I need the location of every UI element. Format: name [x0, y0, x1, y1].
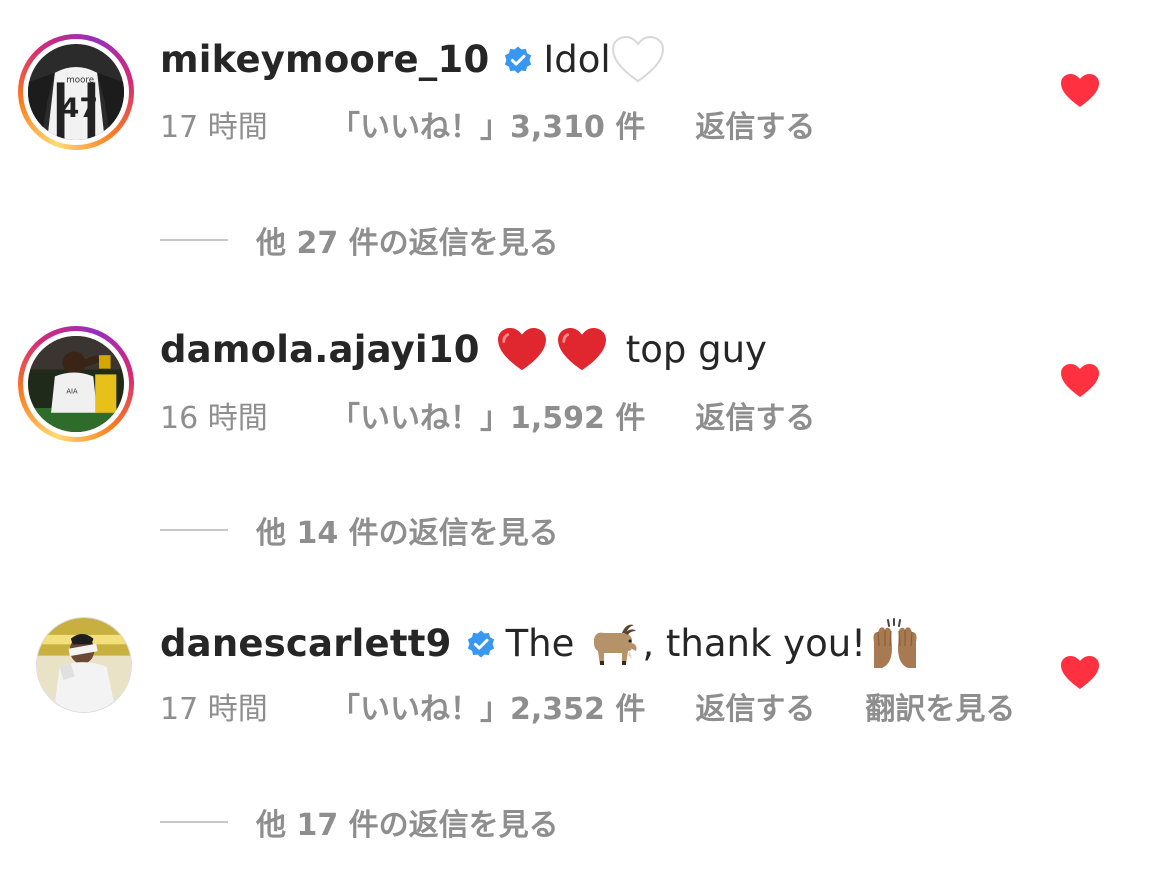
divider-dash — [160, 529, 228, 531]
comment-username[interactable]: danescarlett9 — [160, 622, 452, 666]
comment-username[interactable]: damola.ajayi10 — [160, 328, 480, 372]
avatar-story-ring[interactable]: AIA — [18, 326, 134, 442]
comment-likes[interactable]: 「いいね！」3,310 件 — [330, 110, 645, 146]
white-heart-icon — [611, 36, 665, 84]
view-more-replies-button[interactable]: 他 27 件の返信を見る — [160, 218, 559, 262]
comment-meta: 17 時間 「いいね！」2,352 件 返信する 翻訳を見る — [160, 692, 1015, 728]
comment-time: 16 時間 — [160, 401, 268, 436]
avatar: moore 47 — [28, 44, 124, 140]
see-translation-button[interactable]: 翻訳を見る — [865, 692, 1015, 728]
comment-time: 17 時間 — [160, 110, 268, 145]
comment-text: top guy — [625, 328, 767, 371]
goat-icon — [586, 621, 638, 667]
view-more-replies-label: 他 27 件の返信を見る — [256, 226, 559, 261]
raising-hands-icon — [868, 618, 922, 670]
comment-meta: 17 時間 「いいね！」3,310 件 返信する — [160, 110, 865, 146]
avatar-ring[interactable] — [36, 617, 132, 713]
comment-header: danescarlett9 The , thank you! — [160, 618, 922, 670]
view-more-replies-label: 他 17 件の返信を見る — [256, 808, 559, 843]
comment-header: mikeymoore_10 Idol — [160, 36, 665, 84]
reply-button[interactable]: 返信する — [695, 110, 815, 146]
verified-badge-icon — [503, 45, 533, 75]
avatar — [37, 618, 131, 712]
divider-dash — [160, 821, 228, 823]
avatar: AIA — [28, 336, 124, 432]
comment-likes[interactable]: 「いいね！」2,352 件 — [330, 692, 645, 728]
reply-button[interactable]: 返信する — [695, 401, 815, 437]
comment-text: The — [505, 622, 575, 665]
comment-text: , thank you! — [642, 622, 866, 665]
view-more-replies-button[interactable]: 他 17 件の返信を見る — [160, 800, 559, 844]
like-heart-icon[interactable] — [1060, 655, 1100, 691]
comment-time: 17 時間 — [160, 692, 268, 727]
reply-button[interactable]: 返信する — [695, 692, 815, 728]
svg-text:AIA: AIA — [66, 388, 78, 396]
svg-text:moore: moore — [66, 75, 94, 85]
comment-header: damola.ajayi10 top guy — [160, 327, 767, 373]
comment-likes[interactable]: 「いいね！」1,592 件 — [330, 401, 645, 437]
comment-meta: 16 時間 「いいね！」1,592 件 返信する — [160, 401, 865, 437]
red-heart-icon — [556, 327, 608, 373]
view-more-replies-button[interactable]: 他 14 件の返信を見る — [160, 508, 559, 552]
verified-badge-icon — [466, 629, 496, 659]
view-more-replies-label: 他 14 件の返信を見る — [256, 516, 559, 551]
comment-username[interactable]: mikeymoore_10 — [160, 38, 489, 82]
comment-text: Idol — [543, 38, 611, 81]
avatar-story-ring[interactable]: moore 47 — [18, 34, 134, 150]
divider-dash — [160, 239, 228, 241]
svg-text:47: 47 — [61, 93, 98, 124]
like-heart-icon[interactable] — [1060, 363, 1100, 399]
like-heart-icon[interactable] — [1060, 73, 1100, 109]
red-heart-icon — [496, 327, 548, 373]
